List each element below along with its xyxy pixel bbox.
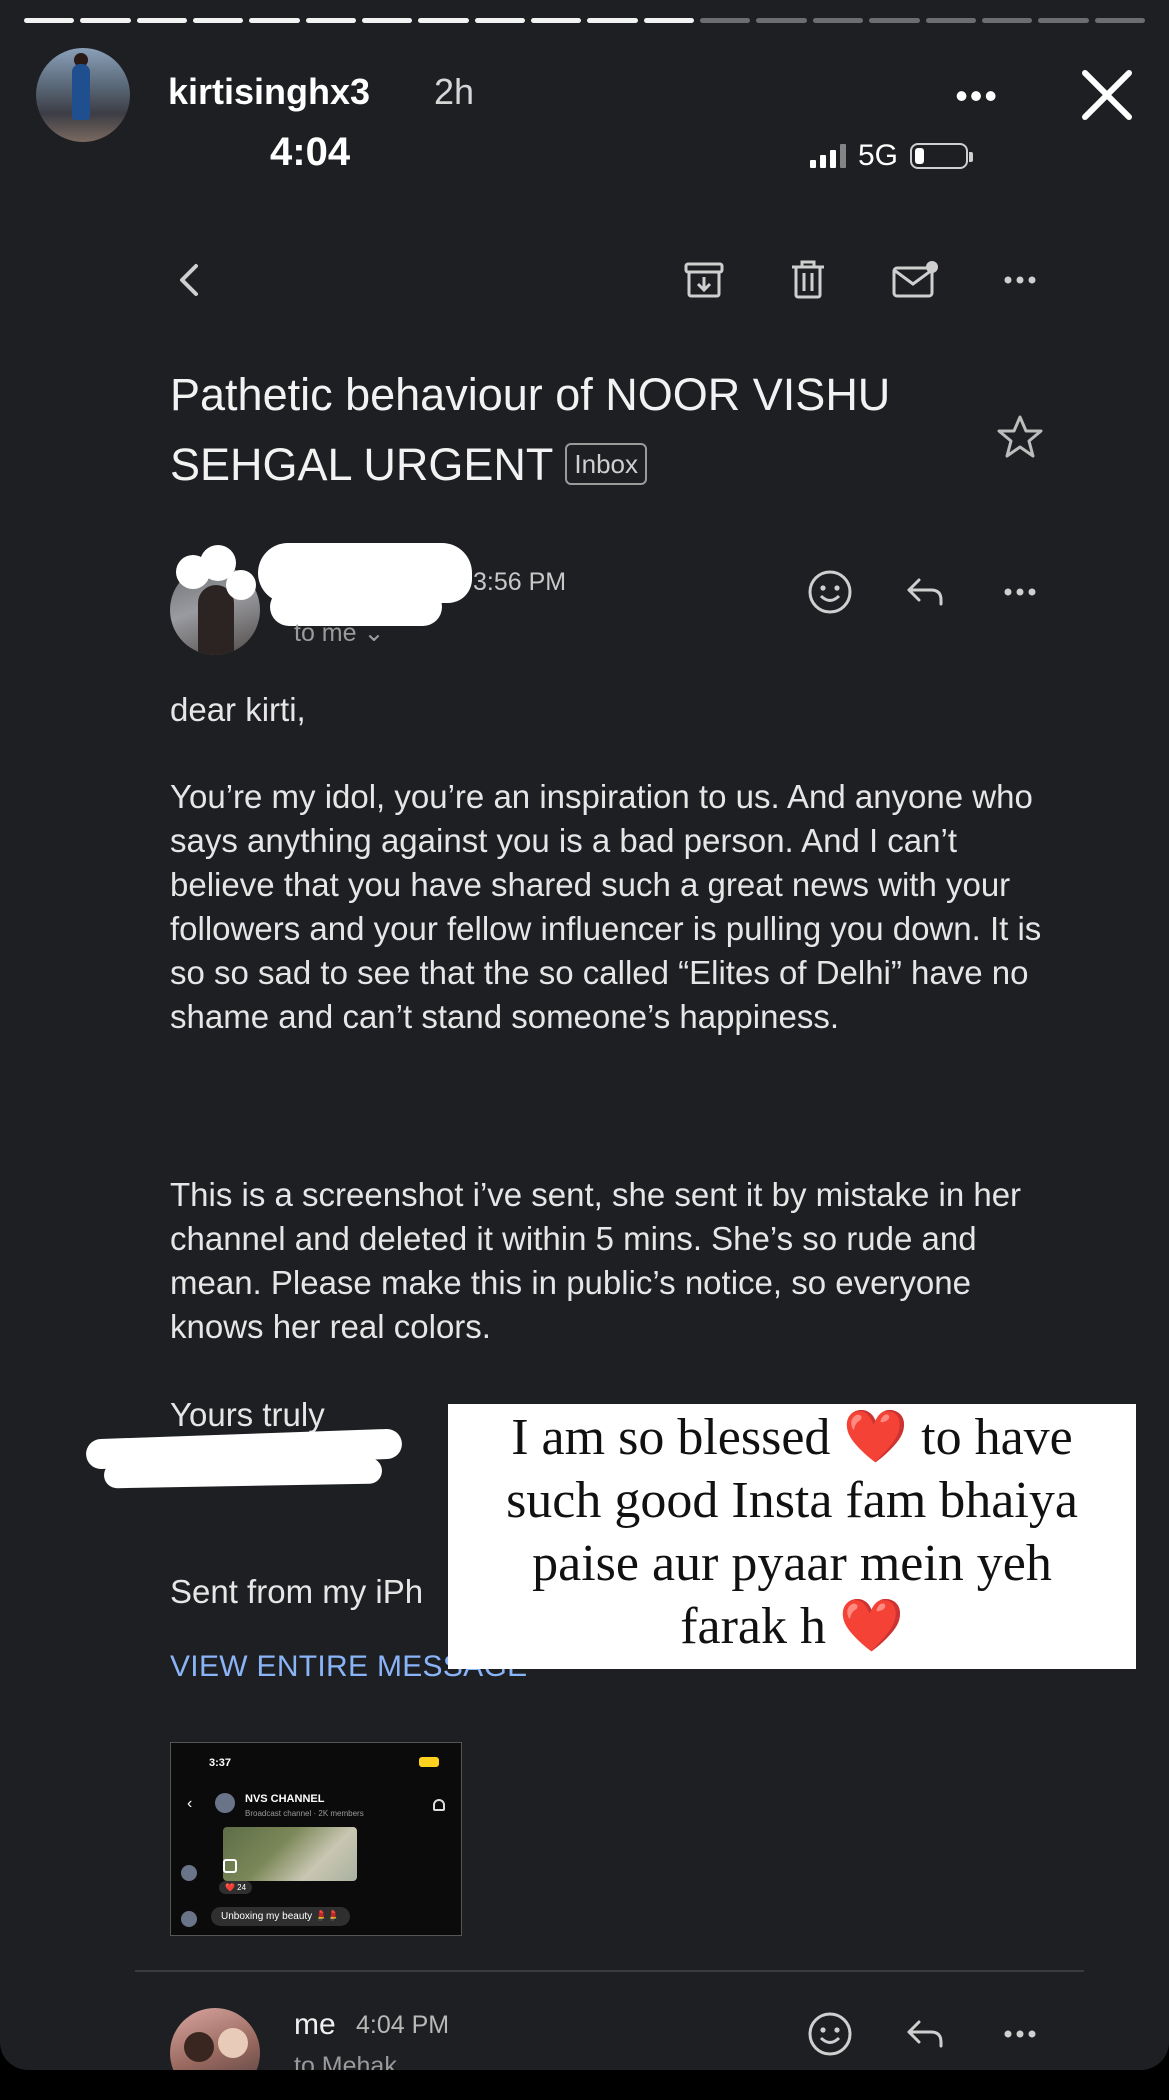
- story-progress-segment: [418, 18, 469, 23]
- attachment-channel-name: NVS CHANNEL: [245, 1793, 325, 1805]
- star-icon[interactable]: [995, 412, 1045, 462]
- email-paragraph: You’re my idol, you’re an inspiration to…: [170, 778, 1042, 1035]
- story-frame: kirtisinghx3 2h ••• 4:04 5G Pathetic beh…: [0, 0, 1169, 2070]
- story-progress-segment: [812, 18, 864, 23]
- emoji-react-icon[interactable]: [800, 2004, 860, 2064]
- attachment-back-icon: ‹: [187, 1795, 193, 1812]
- status-time: 4:04: [270, 130, 351, 174]
- story-progress-segment: [981, 18, 1033, 23]
- attachment-channel-avatar: [215, 1793, 235, 1813]
- sticker-text: farak h: [680, 1598, 827, 1655]
- story-progress-segment: [80, 18, 131, 23]
- story-progress-segment: [587, 18, 638, 23]
- reply-recipient-toggle[interactable]: to Mehak: [294, 2052, 397, 2070]
- email-subject-text: Pathetic behaviour of NOOR VISHU SEHGAL …: [170, 369, 891, 490]
- email-paragraph: This is a screenshot i’ve sent, she sent…: [170, 1176, 1022, 1345]
- story-progress-segment: [136, 18, 188, 23]
- story-text-sticker: I am so blessed ❤️ to have such good Ins…: [448, 1404, 1136, 1669]
- story-progress-segment: [362, 18, 413, 23]
- attachment-reaction: ❤️ 24: [219, 1881, 253, 1894]
- story-username[interactable]: kirtisinghx3: [168, 71, 370, 113]
- back-arrow-icon[interactable]: [160, 250, 220, 310]
- status-indicators: 5G: [810, 136, 974, 176]
- reply-sender-name: me: [294, 2008, 336, 2041]
- reply-avatar[interactable]: [170, 2008, 260, 2070]
- message-more-icon[interactable]: [990, 2004, 1050, 2064]
- avatar-figure-body: [72, 64, 90, 120]
- attachment-reel-icon: [223, 1859, 237, 1873]
- reply-icon[interactable]: [895, 562, 955, 622]
- story-progress-segment: [700, 18, 751, 23]
- heart-emoji: ❤️: [839, 1598, 904, 1655]
- attachment-message-bubble: Unboxing my beauty 💄💄: [211, 1907, 350, 1926]
- message-more-icon[interactable]: [990, 562, 1050, 622]
- message-divider: [135, 1970, 1084, 1972]
- attachment-avatar: [181, 1911, 197, 1927]
- sticker-line: paise aur pyaar mein yeh: [532, 1535, 1052, 1592]
- story-progress-segment: [24, 18, 75, 23]
- story-progress-segment: [249, 18, 300, 23]
- story-progress-segment: [1038, 18, 1089, 23]
- avatar-face: [218, 2028, 248, 2058]
- story-progress-segment: [531, 18, 582, 23]
- story-progress-bar: [24, 18, 1145, 23]
- reply-actions: [800, 2004, 1050, 2064]
- network-type: 5G: [858, 139, 899, 172]
- inbox-label-chip[interactable]: Inbox: [565, 443, 648, 486]
- attachment-time: 3:37: [209, 1757, 232, 1769]
- trash-icon[interactable]: [778, 250, 838, 310]
- reply-icon[interactable]: [895, 2004, 955, 2064]
- attachment-channel-sub: Broadcast channel · 2K members: [245, 1809, 364, 1818]
- sticker-text: I am so blessed: [511, 1409, 831, 1466]
- story-progress-segment: [925, 18, 976, 23]
- signature-redaction: [103, 1457, 383, 1489]
- redaction-blob: [226, 570, 256, 600]
- story-header: kirtisinghx3 2h •••: [36, 45, 1139, 142]
- mark-unread-icon[interactable]: [885, 250, 945, 310]
- archive-icon[interactable]: [674, 250, 734, 310]
- story-user-avatar[interactable]: [36, 48, 130, 142]
- attachment-bell-icon: [433, 1799, 445, 1811]
- battery-icon: [910, 143, 974, 169]
- story-progress-segment: [305, 18, 357, 23]
- story-progress-segment: [869, 18, 920, 23]
- reply-time: 4:04 PM: [356, 2011, 450, 2039]
- email-sent-time: 3:56 PM: [473, 568, 567, 596]
- sticker-line: I am so blessed ❤️ to have: [448, 1406, 1136, 1469]
- attachment-battery-icon: [419, 1757, 439, 1767]
- recipient-details-toggle[interactable]: to me ⌄: [294, 618, 384, 648]
- sender-avatar-figure: [198, 585, 234, 655]
- more-icon[interactable]: [990, 250, 1050, 310]
- sticker-line: farak h ❤️: [448, 1595, 1136, 1658]
- message-actions: [800, 562, 1050, 622]
- story-progress-segment: [643, 18, 695, 23]
- story-progress-segment: [756, 18, 807, 23]
- attachment-image-post: [223, 1827, 357, 1881]
- story-progress-segment: [1094, 18, 1145, 23]
- signal-icon: [810, 144, 846, 168]
- story-progress-segment: [193, 18, 244, 23]
- story-close-icon[interactable]: [1075, 63, 1139, 127]
- sticker-line: such good Insta fam bhaiya: [506, 1472, 1078, 1529]
- sticker-text: to have: [921, 1409, 1073, 1466]
- email-greeting: dear kirti,: [170, 691, 306, 728]
- attachment-avatar: [181, 1865, 197, 1881]
- avatar-face: [184, 2032, 214, 2062]
- story-more-icon[interactable]: •••: [955, 75, 999, 117]
- email-subject: Pathetic behaviour of NOOR VISHU SEHGAL …: [170, 360, 990, 500]
- email-toolbar: [160, 250, 1050, 310]
- story-progress-segment: [474, 18, 526, 23]
- emoji-react-icon[interactable]: [800, 562, 860, 622]
- story-age: 2h: [434, 71, 475, 112]
- heart-emoji: ❤️: [843, 1409, 909, 1466]
- screenshot-attachment[interactable]: 3:37 ‹ NVS CHANNEL Broadcast channel · 2…: [170, 1742, 462, 1936]
